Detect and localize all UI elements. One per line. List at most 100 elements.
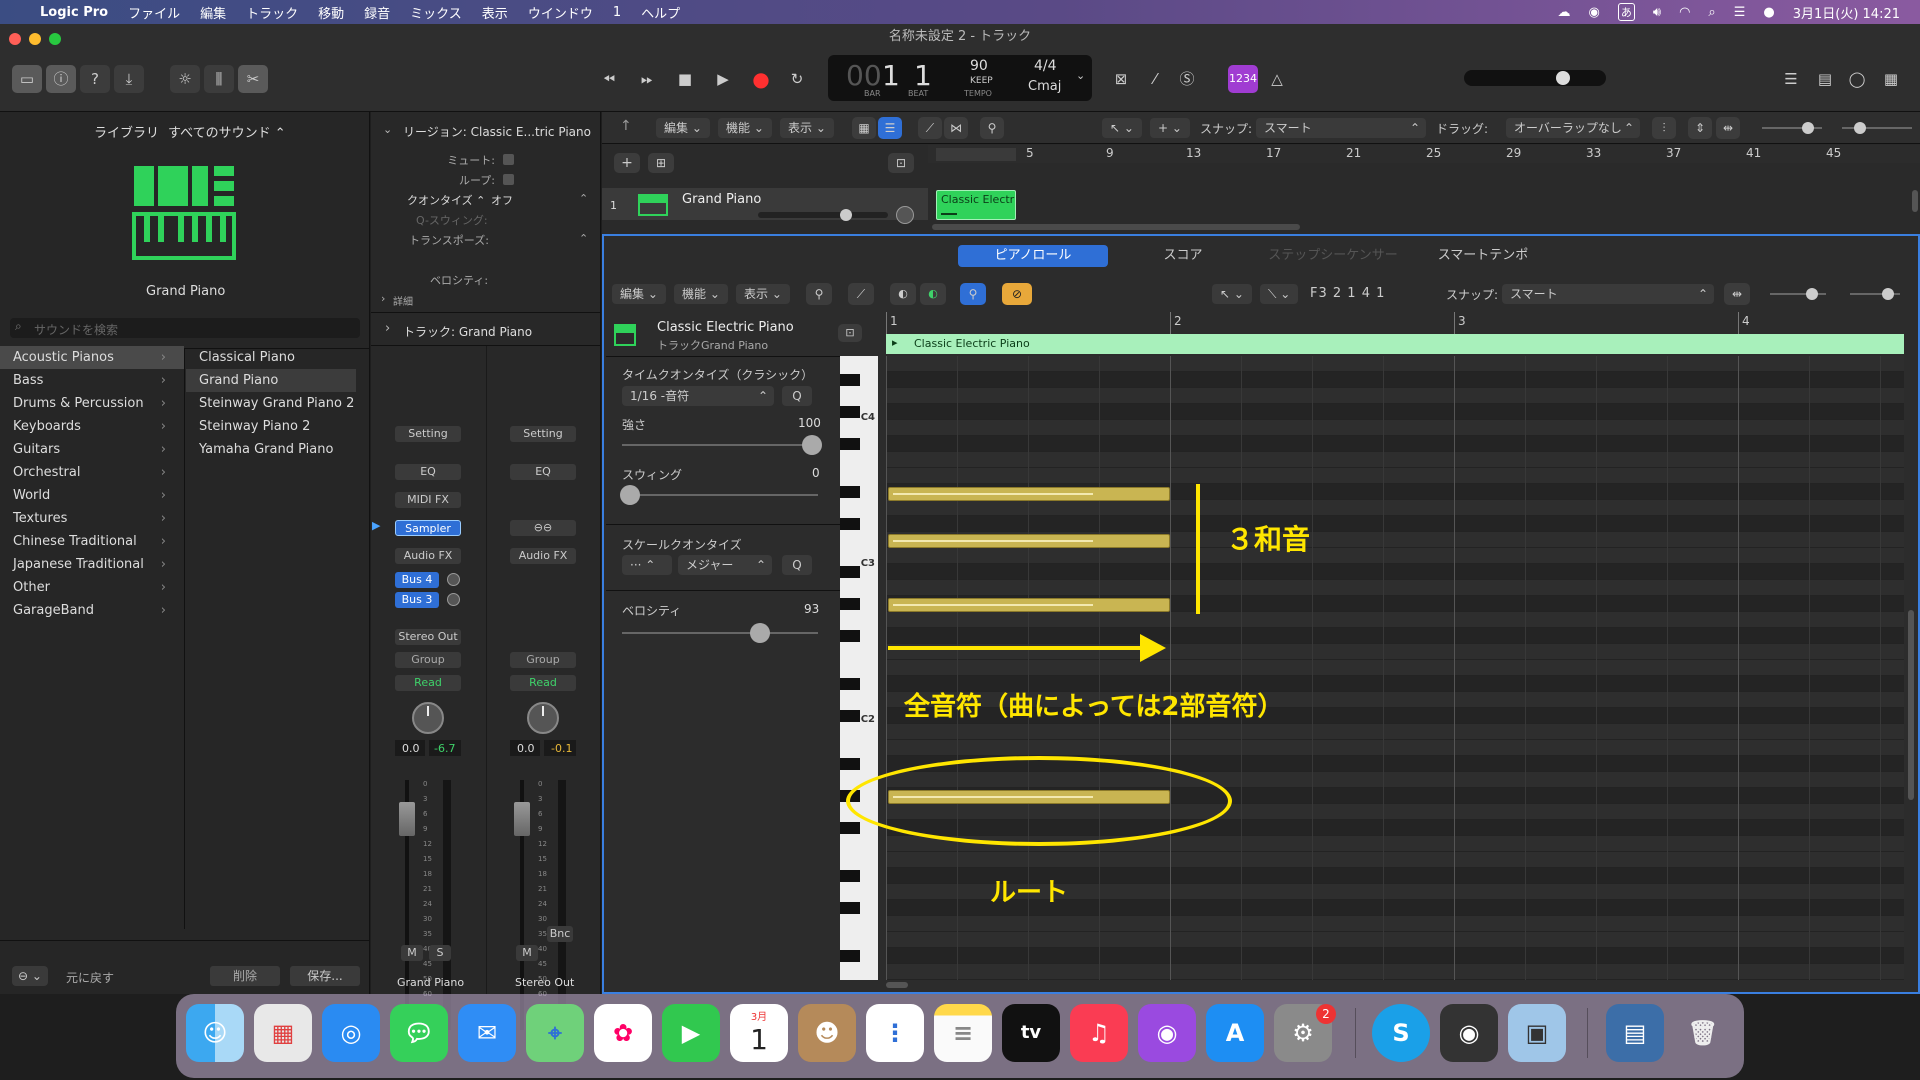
- list-view-button[interactable]: ☰: [878, 117, 902, 139]
- podcasts-icon[interactable]: ◉: [1138, 1004, 1196, 1062]
- strip1-setting-button[interactable]: Setting: [395, 426, 461, 442]
- menu-help[interactable]: ヘルプ: [641, 3, 680, 22]
- library-patch[interactable]: Classical Piano: [186, 346, 356, 369]
- piano-black-key[interactable]: [840, 710, 860, 722]
- tracks-functions-menu[interactable]: 機能 ⌄: [718, 118, 772, 138]
- details-disclosure[interactable]: ›: [381, 292, 385, 305]
- menu-track[interactable]: トラック: [246, 3, 298, 22]
- back-arrow-icon[interactable]: ↑: [620, 118, 632, 134]
- inspector-button[interactable]: ⓘ: [46, 65, 76, 93]
- editor-horizontal-scrollbar[interactable]: [886, 982, 908, 988]
- music-icon[interactable]: ♫: [1070, 1004, 1128, 1062]
- menu-1[interactable]: 1: [613, 5, 621, 20]
- safari-icon[interactable]: ◎: [322, 1004, 380, 1062]
- strip1-bus4-send[interactable]: Bus 4: [395, 572, 439, 588]
- search-icon[interactable]: ⌕: [1708, 5, 1715, 20]
- editor-pencil-menu[interactable]: ⟍ ⌄: [1260, 284, 1299, 304]
- vertical-fit-button[interactable]: ⇕: [1688, 117, 1712, 139]
- finder-icon[interactable]: ☺: [186, 1004, 244, 1062]
- pointer-tool-menu[interactable]: ↖ ⌄: [1102, 118, 1142, 138]
- global-tracks-button[interactable]: ⊡: [888, 153, 914, 173]
- menu-mix[interactable]: ミックス: [410, 3, 462, 22]
- strip2-pan-knob[interactable]: [527, 702, 559, 734]
- strip2-audiofx-slot[interactable]: Audio FX: [510, 548, 576, 564]
- tracks-snap-menu[interactable]: スマート ⌃: [1256, 118, 1426, 138]
- strength-slider[interactable]: [622, 435, 822, 455]
- library-category[interactable]: GarageBand ›: [0, 599, 184, 622]
- library-category[interactable]: Bass ›: [0, 369, 184, 392]
- piano-black-key[interactable]: [840, 822, 860, 834]
- grid-view-button[interactable]: ▦: [852, 117, 876, 139]
- editor-fit-button[interactable]: ⇹: [1724, 283, 1750, 305]
- input-method-icon[interactable]: あ: [1617, 3, 1635, 21]
- library-button[interactable]: ▭: [12, 65, 42, 93]
- editor-vertical-scrollbar[interactable]: [1908, 610, 1914, 800]
- library-action-menu[interactable]: ⊖ ⌄: [12, 966, 48, 986]
- downloads-folder-icon[interactable]: ▤: [1606, 1004, 1664, 1062]
- replace-button[interactable]: ⊠: [1106, 65, 1136, 93]
- pencil-tool-menu[interactable]: + ⌄: [1150, 118, 1190, 138]
- editors-button[interactable]: ✂: [238, 65, 268, 93]
- all-sounds-menu[interactable]: すべてのサウンド ⌃: [168, 122, 286, 141]
- horizontal-fit-button[interactable]: ⇹: [1716, 117, 1740, 139]
- strip2-eq-button[interactable]: EQ: [510, 464, 576, 480]
- tracks-vertical-scrollbar[interactable]: [1912, 190, 1918, 212]
- tracks-ruler[interactable]: 159131721252933374145: [928, 145, 1920, 163]
- track-header[interactable]: トラック: Grand Piano: [403, 323, 532, 340]
- tracks-horizontal-scrollbar[interactable]: [932, 224, 1300, 230]
- piano-keyboard[interactable]: C4 C3 C2: [840, 356, 878, 980]
- app-store-icon[interactable]: A: [1206, 1004, 1264, 1062]
- wifi-icon[interactable]: ◠: [1679, 5, 1690, 20]
- contacts-icon[interactable]: ☻: [798, 1004, 856, 1062]
- piano-black-key[interactable]: [840, 406, 860, 418]
- scale-quantize-q-button[interactable]: Q: [782, 555, 812, 575]
- editor-pointer-menu[interactable]: ↖ ⌄: [1212, 284, 1252, 304]
- tab-smart-tempo[interactable]: スマートテンポ: [1408, 245, 1558, 267]
- tab-score[interactable]: スコア: [1108, 245, 1258, 267]
- strip2-group-slot[interactable]: Group: [510, 652, 576, 668]
- track-stack-button[interactable]: ⊞: [648, 153, 674, 173]
- menu-view[interactable]: 表示: [482, 3, 508, 22]
- notes-icon[interactable]: ≡: [934, 1004, 992, 1062]
- rewind-button[interactable]: ⏪︎: [594, 65, 624, 93]
- library-category[interactable]: Keyboards ›: [0, 415, 184, 438]
- editor-vertical-zoom-slider[interactable]: [1770, 288, 1826, 300]
- note-chord-middle[interactable]: [888, 534, 1170, 548]
- control-center-icon[interactable]: ☰: [1734, 5, 1746, 20]
- track-disclosure-icon[interactable]: ›: [385, 321, 390, 336]
- scale-type-menu[interactable]: メジャー ⌃: [678, 555, 772, 575]
- vertical-zoom-slider[interactable]: [1762, 122, 1822, 134]
- swing-slider[interactable]: [620, 485, 818, 505]
- mute-checkbox[interactable]: [503, 154, 514, 165]
- strip1-automation-mode[interactable]: Read: [395, 675, 461, 691]
- editor-snap-menu[interactable]: スマート ⌃: [1502, 284, 1714, 304]
- strip1-group-slot[interactable]: Group: [395, 652, 461, 668]
- track-name[interactable]: Grand Piano: [682, 192, 761, 207]
- editor-region-bar[interactable]: ▸ Classic Electric Piano: [886, 334, 1904, 354]
- strip1-output-slot[interactable]: Stereo Out: [395, 629, 461, 645]
- waveform-zoom-button[interactable]: ⫶: [1652, 117, 1676, 139]
- loop-checkbox[interactable]: [503, 174, 514, 185]
- list-editors-icon[interactable]: ☰: [1776, 65, 1806, 93]
- menu-edit[interactable]: 編集: [200, 3, 226, 22]
- strip1-bus3-send[interactable]: Bus 3: [395, 592, 439, 608]
- strip1-audiofx-slot[interactable]: Audio FX: [395, 548, 461, 564]
- library-category[interactable]: Other ›: [0, 576, 184, 599]
- menu-file[interactable]: ファイル: [128, 3, 180, 22]
- browser-icon[interactable]: ▦: [1876, 65, 1906, 93]
- headphones-icon[interactable]: ◉: [1589, 5, 1600, 20]
- bus4-send-knob[interactable]: [447, 573, 460, 586]
- sound-search-field[interactable]: ⌕ サウンドを検索: [10, 318, 360, 338]
- metronome-button[interactable]: △: [1262, 65, 1292, 93]
- library-category[interactable]: Guitars ›: [0, 438, 184, 461]
- time-quantize-q-button[interactable]: Q: [782, 386, 812, 406]
- piano-black-key[interactable]: [840, 630, 860, 642]
- library-category[interactable]: Acoustic Pianos ›: [0, 346, 184, 369]
- region-disclosure-icon[interactable]: ⌄: [383, 123, 392, 136]
- play-button[interactable]: ▶: [708, 65, 738, 93]
- forward-button[interactable]: ⏩︎: [632, 65, 662, 93]
- quick-help-button[interactable]: ?: [80, 65, 110, 93]
- bus3-send-knob[interactable]: [447, 593, 460, 606]
- library-patch[interactable]: Yamaha Grand Piano: [186, 438, 356, 461]
- strip1-solo-button[interactable]: S: [429, 945, 451, 961]
